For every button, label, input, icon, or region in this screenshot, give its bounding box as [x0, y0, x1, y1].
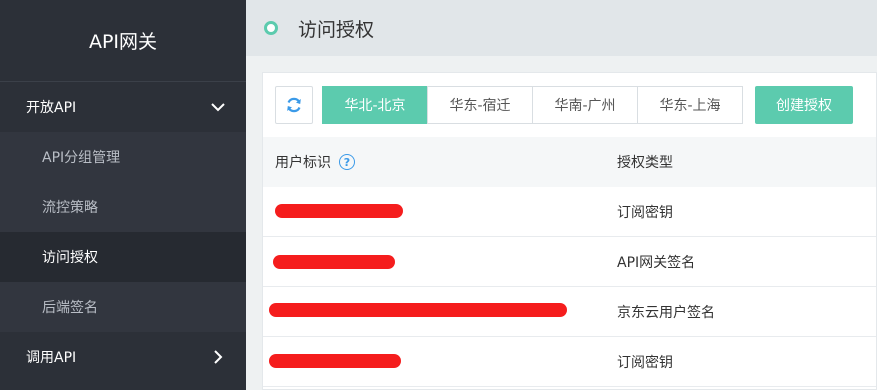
- redaction-mark: [269, 354, 401, 368]
- chevron-down-icon: [211, 103, 225, 112]
- region-tab-suqian[interactable]: 华东-宿迁: [427, 86, 533, 124]
- page-title: 访问授权: [298, 18, 375, 41]
- region-tab-guangzhou[interactable]: 华南-广州: [532, 86, 638, 124]
- sidebar-item-backend-sign[interactable]: 后端签名: [0, 282, 246, 332]
- auth-table: 用户标识 ? 授权类型 订阅密钥 API网关签名 京东云用户签名 订阅密钥: [263, 137, 876, 387]
- region-tab-beijing[interactable]: 华北-北京: [322, 86, 428, 124]
- table-header: 用户标识 ? 授权类型: [263, 137, 876, 187]
- region-tab-shanghai[interactable]: 华东-上海: [637, 86, 743, 124]
- nav-group-open-api[interactable]: 开放API: [0, 82, 246, 132]
- circle-dot-icon: [264, 21, 278, 35]
- sidebar-item-label: 访问授权: [42, 250, 98, 266]
- help-icon[interactable]: ?: [339, 154, 355, 170]
- sidebar: API网关 开放API API分组管理 流控策略 访问授权 后端签名 调用API: [0, 0, 246, 390]
- redaction-mark: [273, 255, 395, 269]
- table-row: 订阅密钥: [263, 337, 876, 387]
- auth-type-cell: API网关签名: [617, 254, 696, 271]
- sidebar-item-access-auth[interactable]: 访问授权: [0, 232, 246, 282]
- sidebar-item-label: 后端签名: [42, 300, 98, 316]
- region-tabs: 华北-北京 华东-宿迁 华南-广州 华东-上海: [322, 86, 743, 124]
- sidebar-item-api-group[interactable]: API分组管理: [0, 132, 246, 182]
- toolbar: 华北-北京 华东-宿迁 华南-广州 华东-上海 创建授权: [275, 86, 853, 124]
- table-row: 京东云用户签名: [263, 287, 876, 337]
- chevron-right-icon: [214, 350, 223, 364]
- sidebar-item-label: API分组管理: [42, 150, 121, 166]
- sidebar-item-label: 流控策略: [42, 200, 98, 216]
- page-header: 访问授权: [246, 0, 877, 56]
- redaction-mark: [269, 303, 567, 317]
- sidebar-title: API网关: [0, 0, 246, 82]
- table-row: 订阅密钥: [263, 187, 876, 237]
- nav-group-call-api[interactable]: 调用API: [0, 332, 246, 382]
- nav-group-label: 调用API: [26, 350, 77, 366]
- main-card: 华北-北京 华东-宿迁 华南-广州 华东-上海 创建授权 用户标识 ? 授权类型…: [262, 72, 877, 390]
- auth-type-cell: 京东云用户签名: [617, 304, 715, 321]
- refresh-icon: [287, 97, 301, 113]
- refresh-button[interactable]: [275, 86, 313, 124]
- column-header-auth-type: 授权类型: [617, 155, 673, 171]
- redaction-mark: [275, 204, 403, 218]
- auth-type-cell: 订阅密钥: [617, 354, 673, 371]
- nav-group-label: 开放API: [26, 100, 77, 116]
- column-header-user: 用户标识: [275, 155, 331, 171]
- auth-type-cell: 订阅密钥: [617, 204, 673, 221]
- create-auth-button[interactable]: 创建授权: [755, 86, 853, 124]
- sidebar-item-flow-control[interactable]: 流控策略: [0, 182, 246, 232]
- table-row: API网关签名: [263, 237, 876, 287]
